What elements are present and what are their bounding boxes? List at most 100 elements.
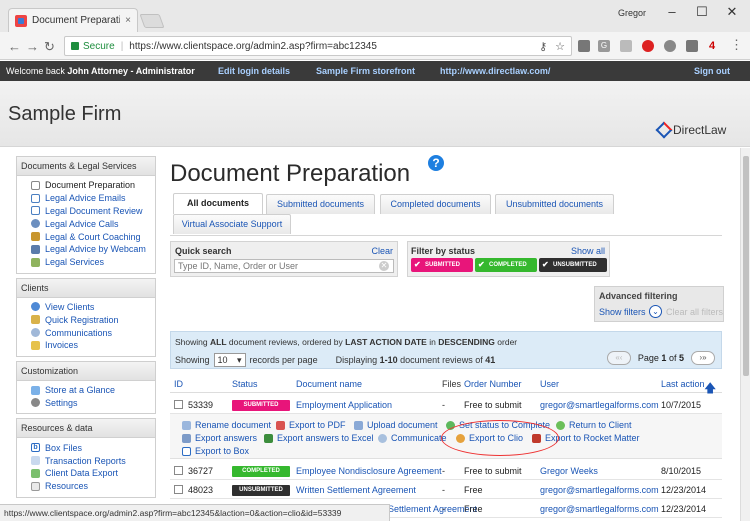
quick-search-clear-link[interactable]: Clear <box>371 246 393 256</box>
sidebar-item-legal-document-review[interactable]: Legal Document Review <box>17 205 155 218</box>
edit-login-link[interactable]: Edit login details <box>218 66 290 76</box>
column-header-user[interactable]: User <box>540 379 559 389</box>
scrollbar-thumb[interactable] <box>743 156 749 376</box>
filter-chip-unsubmitted[interactable]: UNSUBMITTED <box>539 258 607 272</box>
rename-document-action[interactable]: Rename document <box>182 420 271 430</box>
browser-toolbar: ← → ↻ Secure | https://www.clientspace.o… <box>0 32 750 60</box>
column-header-document-name[interactable]: Document name <box>296 379 362 389</box>
sidebar-item-view-clients[interactable]: View Clients <box>17 301 155 314</box>
back-icon[interactable]: ← <box>8 39 21 54</box>
sidebar-item-invoices[interactable]: Invoices <box>17 339 155 352</box>
column-header-order-number[interactable]: Order Number <box>464 379 522 389</box>
document-name-link[interactable]: Employment Application <box>296 400 392 410</box>
column-header-id[interactable]: ID <box>174 379 183 389</box>
window-user[interactable]: Gregor <box>618 8 646 18</box>
tab-virtual-associate-support[interactable]: Virtual Associate Support <box>173 214 291 234</box>
sidebar-item-resources[interactable]: Resources <box>17 480 155 493</box>
export-answers-action[interactable]: Export answers <box>182 433 257 443</box>
tab-submitted-documents[interactable]: Submitted documents <box>266 194 375 214</box>
sidebar-item-legal-court-coaching[interactable]: Legal & Court Coaching <box>17 230 155 243</box>
sidebar-item-store-at-a-glance[interactable]: Store at a Glance <box>17 384 155 397</box>
row-id: 53339 <box>188 400 214 410</box>
row-checkbox[interactable] <box>174 485 183 494</box>
filter-chip-completed[interactable]: COMPLETED <box>475 258 537 272</box>
sidebar-item-label: Legal Services <box>45 257 105 268</box>
tab-unsubmitted-documents[interactable]: Unsubmitted documents <box>495 194 614 214</box>
url-text[interactable]: https://www.clientspace.org/admin2.asp?f… <box>129 41 377 52</box>
export-pdf-action[interactable]: Export to PDF <box>276 420 346 430</box>
tab-all-documents[interactable]: All documents <box>173 193 263 214</box>
sidebar-item-client-data-export[interactable]: Client Data Export <box>17 467 155 480</box>
sidebar-item-communications[interactable]: Communications <box>17 326 155 339</box>
page-scrollbar[interactable] <box>740 148 750 521</box>
extension-bolt-icon[interactable] <box>664 40 676 52</box>
document-name-link[interactable]: Written Settlement Agreement <box>296 485 416 495</box>
document-name-link[interactable]: Employee Nondisclosure Agreement <box>296 466 442 476</box>
sidebar-item-legal-advice-calls[interactable]: Legal Advice Calls <box>17 217 155 230</box>
maximize-icon[interactable]: ☐ <box>690 4 714 20</box>
reload-icon[interactable]: ↻ <box>44 39 55 55</box>
new-tab-button[interactable] <box>139 14 165 28</box>
browser-tab[interactable]: Document Preparation | × <box>8 8 138 32</box>
page-indicator: Page 1 of 5 <box>637 353 684 363</box>
extension-cast-icon[interactable] <box>578 40 590 52</box>
column-header-last-action[interactable]: Last action <box>661 379 705 389</box>
filter-chip-submitted[interactable]: SUBMITTED <box>411 258 473 272</box>
sign-out-link[interactable]: Sign out <box>694 66 730 76</box>
extension-grid-icon[interactable] <box>620 40 632 52</box>
next-page-button[interactable]: ›» <box>691 351 715 365</box>
prev-page-button[interactable]: «‹ <box>606 351 631 365</box>
row-user-link[interactable]: gregor@smartlegalforms.com <box>540 485 659 495</box>
row-user-link[interactable]: gregor@smartlegalforms.com <box>540 400 659 410</box>
row-user-link[interactable]: gregor@smartlegalforms.com <box>540 504 659 514</box>
tab-completed-documents[interactable]: Completed documents <box>380 194 491 214</box>
browser-status-url: https://www.clientspace.org/admin2.asp?f… <box>0 504 390 521</box>
return-to-client-action[interactable]: Return to Client <box>556 420 632 430</box>
opera-icon[interactable] <box>642 40 654 52</box>
quick-search-input[interactable] <box>174 259 394 273</box>
table-row[interactable]: 36727 COMPLETED Employee Nondisclosure A… <box>170 462 722 480</box>
site-url-link[interactable]: http://www.directlaw.com/ <box>440 66 550 76</box>
close-window-icon[interactable]: ✕ <box>720 4 744 20</box>
sidebar-item-box-files[interactable]: b Box Files <box>17 441 155 454</box>
show-filters-link[interactable]: Show filters <box>599 307 646 317</box>
export-excel-action[interactable]: Export answers to Excel <box>264 433 374 443</box>
menu-icon[interactable]: ⋮ <box>730 37 743 53</box>
clear-all-filters-link[interactable]: Clear all filters <box>666 307 723 317</box>
upload-document-action[interactable]: Upload document <box>354 420 438 430</box>
export-box-action[interactable]: Export to Box <box>182 446 249 456</box>
column-header-status[interactable]: Status <box>232 379 258 389</box>
records-per-page-select[interactable]: 10 ▾ <box>213 353 246 367</box>
row-checkbox[interactable] <box>174 466 183 475</box>
sidebar-item-legal-advice-webcam[interactable]: Legal Advice by Webcam <box>17 243 155 256</box>
forward-icon[interactable]: → <box>26 39 39 54</box>
storefront-link[interactable]: Sample Firm storefront <box>316 66 415 76</box>
sidebar-item-label: Legal Advice by Webcam <box>45 244 146 255</box>
bookmark-star-icon[interactable]: ☆ <box>555 40 565 53</box>
summary-suffix: order <box>497 337 518 347</box>
extension-badge[interactable]: 4 <box>706 40 718 52</box>
clear-search-icon[interactable]: ✕ <box>379 261 389 271</box>
expand-filters-icon[interactable]: ⌄ <box>649 305 662 318</box>
show-all-link[interactable]: Show all <box>571 246 605 256</box>
tab-close-icon[interactable]: × <box>125 15 131 26</box>
sidebar-item-transaction-reports[interactable]: Transaction Reports <box>17 454 155 467</box>
row-files: - <box>442 504 445 514</box>
minimize-icon[interactable]: – <box>660 4 684 19</box>
key-icon[interactable]: ⚷ <box>539 40 547 53</box>
row-user-link[interactable]: Gregor Weeks <box>540 466 598 476</box>
sidebar-item-legal-advice-emails[interactable]: Legal Advice Emails <box>17 192 155 205</box>
sidebar-item-settings[interactable]: Settings <box>17 397 155 410</box>
sidebar-item-document-preparation[interactable]: Document Preparation <box>17 179 155 192</box>
sidebar-item-label: Legal & Court Coaching <box>45 231 141 242</box>
sidebar-item-legal-services[interactable]: Legal Services <box>17 256 155 269</box>
row-checkbox[interactable] <box>174 400 183 409</box>
address-bar[interactable]: Secure | https://www.clientspace.org/adm… <box>64 36 572 56</box>
extension-g-icon[interactable]: G <box>598 40 610 52</box>
extension-k-icon[interactable] <box>686 40 698 52</box>
sidebar-item-quick-registration[interactable]: Quick Registration <box>17 313 155 326</box>
help-icon[interactable]: ? <box>428 155 444 171</box>
table-row[interactable]: 53339 SUBMITTED Employment Application -… <box>170 396 722 414</box>
table-row[interactable]: 48023 UNSUBMITTED Written Settlement Agr… <box>170 481 722 499</box>
communicate-action[interactable]: Communicate <box>378 433 447 443</box>
